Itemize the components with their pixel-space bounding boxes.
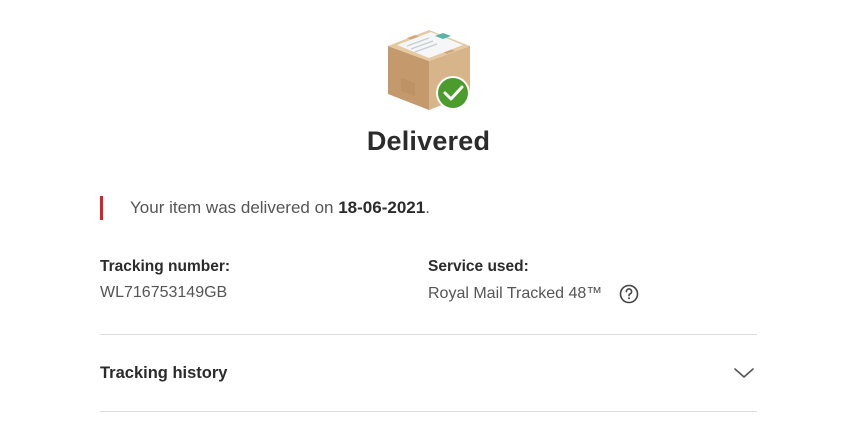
tracking-history-toggle[interactable]: Tracking history	[100, 335, 757, 411]
chevron-down-icon[interactable]	[733, 366, 755, 380]
service-used-value: Royal Mail Tracked 48™	[428, 285, 603, 302]
service-used-label: Service used:	[428, 258, 529, 275]
notice-text: Your item was delivered on 18-06-2021.	[130, 198, 430, 218]
divider	[100, 411, 757, 412]
question-circle-icon[interactable]	[619, 284, 639, 304]
service-used-block: Service used: Royal Mail Tracked 48™	[428, 258, 639, 304]
tracking-number-value: WL716753149GB	[100, 284, 228, 301]
delivery-notice: Your item was delivered on 18-06-2021.	[100, 196, 430, 220]
notice-text-before: Your item was delivered on	[130, 198, 339, 217]
delivered-parcel-icon	[388, 30, 470, 110]
tracking-number-block: Tracking number: WL716753149GB	[100, 258, 230, 302]
status-title: Delivered	[366, 126, 491, 156]
tracking-history-label: Tracking history	[100, 363, 228, 382]
notice-text-after: .	[425, 198, 430, 217]
notice-accent-bar	[100, 196, 103, 220]
tracking-number-label: Tracking number:	[100, 258, 231, 275]
service-used-row: Royal Mail Tracked 48™	[428, 284, 639, 304]
tracking-result-page: Delivered Your item was delivered on 18-…	[0, 0, 851, 426]
delivery-date: 18-06-2021	[338, 198, 426, 217]
